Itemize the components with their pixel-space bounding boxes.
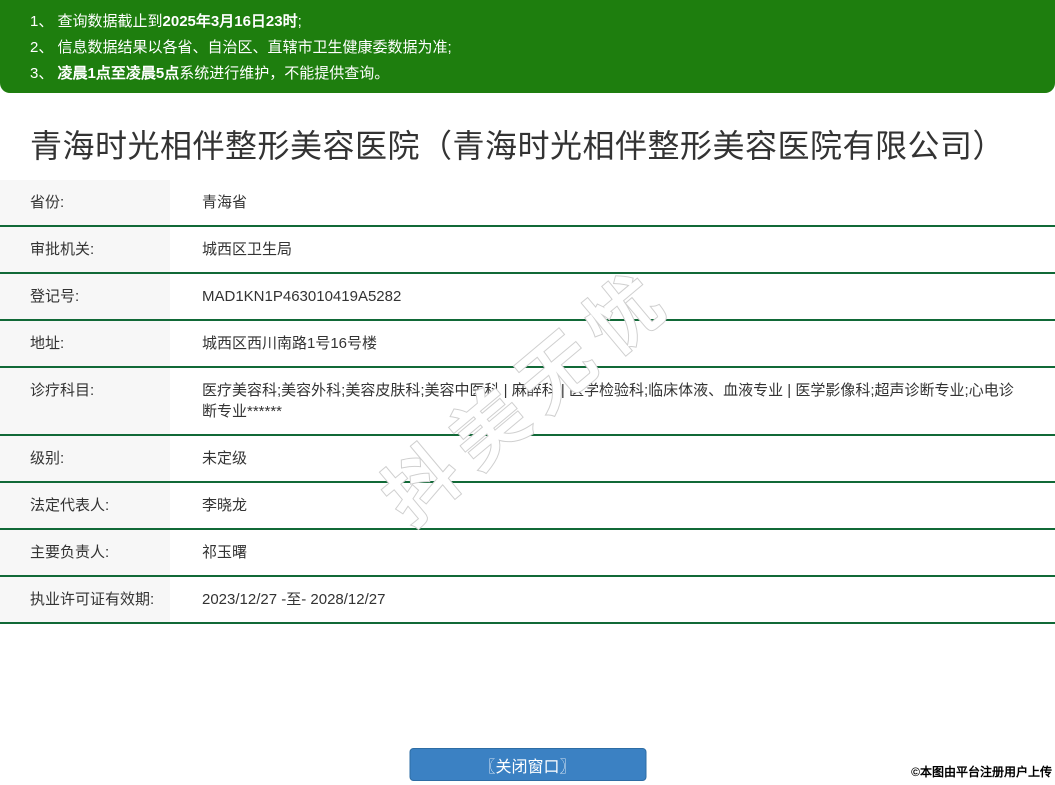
row-label: 地址: bbox=[0, 321, 170, 366]
info-table: 省份: 青海省 审批机关: 城西区卫生局 登记号: MAD1KN1P463010… bbox=[0, 180, 1055, 624]
row-value: 李晓龙 bbox=[170, 483, 1055, 528]
image-credit: ©本图由平台注册用户上传 bbox=[911, 763, 1052, 780]
table-row-license-validity: 执业许可证有效期: 2023/12/27 -至- 2028/12/27 bbox=[0, 577, 1055, 624]
table-row-approval-authority: 审批机关: 城西区卫生局 bbox=[0, 227, 1055, 274]
row-label: 审批机关: bbox=[0, 227, 170, 272]
row-value: 城西区西川南路1号16号楼 bbox=[170, 321, 1055, 366]
table-row-province: 省份: 青海省 bbox=[0, 180, 1055, 227]
table-row-level: 级别: 未定级 bbox=[0, 436, 1055, 483]
notice-line-1: 1、 查询数据截止到2025年3月16日23时; bbox=[30, 9, 1035, 35]
table-row-main-responsible-person: 主要负责人: 祁玉曙 bbox=[0, 530, 1055, 577]
row-label: 执业许可证有效期: bbox=[0, 577, 170, 622]
row-label: 登记号: bbox=[0, 274, 170, 319]
row-label: 省份: bbox=[0, 180, 170, 225]
close-window-button[interactable]: 〖关闭窗口〗 bbox=[409, 748, 646, 781]
row-value: 2023/12/27 -至- 2028/12/27 bbox=[170, 577, 1055, 622]
table-row-address: 地址: 城西区西川南路1号16号楼 bbox=[0, 321, 1055, 368]
row-label: 法定代表人: bbox=[0, 483, 170, 528]
table-row-registration-number: 登记号: MAD1KN1P463010419A5282 bbox=[0, 274, 1055, 321]
row-value: 城西区卫生局 bbox=[170, 227, 1055, 272]
notice-line-3: 3、 凌晨1点至凌晨5点系统进行维护，不能提供查询。 bbox=[30, 61, 1035, 87]
row-label: 级别: bbox=[0, 436, 170, 481]
table-row-treatment-subjects: 诊疗科目: 医疗美容科;美容外科;美容皮肤科;美容中医科 | 麻醉科 | 医学检… bbox=[0, 368, 1055, 436]
row-value: 祁玉曙 bbox=[170, 530, 1055, 575]
notice-3-bold: 凌晨1点至凌晨5点 bbox=[58, 65, 180, 82]
notice-3-text: 3、 bbox=[30, 65, 58, 82]
row-value: MAD1KN1P463010419A5282 bbox=[170, 274, 1055, 319]
table-row-legal-representative: 法定代表人: 李晓龙 bbox=[0, 483, 1055, 530]
notice-3-tail: 系统进行维护，不能提供查询。 bbox=[179, 65, 389, 82]
row-value: 青海省 bbox=[170, 180, 1055, 225]
notice-line-2: 2、 信息数据结果以各省、自治区、直辖市卫生健康委数据为准; bbox=[30, 35, 1035, 61]
page: 1、 查询数据截止到2025年3月16日23时; 2、 信息数据结果以各省、自治… bbox=[0, 0, 1055, 785]
notice-2-text: 2、 信息数据结果以各省、自治区、直辖市卫生健康委数据为准; bbox=[30, 39, 452, 56]
page-title: 青海时光相伴整形美容医院（青海时光相伴整形美容医院有限公司） bbox=[30, 126, 1025, 166]
notice-1-text: 1、 查询数据截止到 bbox=[30, 13, 163, 30]
row-label: 主要负责人: bbox=[0, 530, 170, 575]
row-label: 诊疗科目: bbox=[0, 368, 170, 434]
notice-1-bold: 2025年3月16日23时 bbox=[163, 13, 298, 30]
row-value: 医疗美容科;美容外科;美容皮肤科;美容中医科 | 麻醉科 | 医学检验科;临床体… bbox=[170, 368, 1055, 434]
notice-1-tail: ; bbox=[298, 13, 302, 30]
row-value: 未定级 bbox=[170, 436, 1055, 481]
notice-banner: 1、 查询数据截止到2025年3月16日23时; 2、 信息数据结果以各省、自治… bbox=[0, 0, 1055, 93]
